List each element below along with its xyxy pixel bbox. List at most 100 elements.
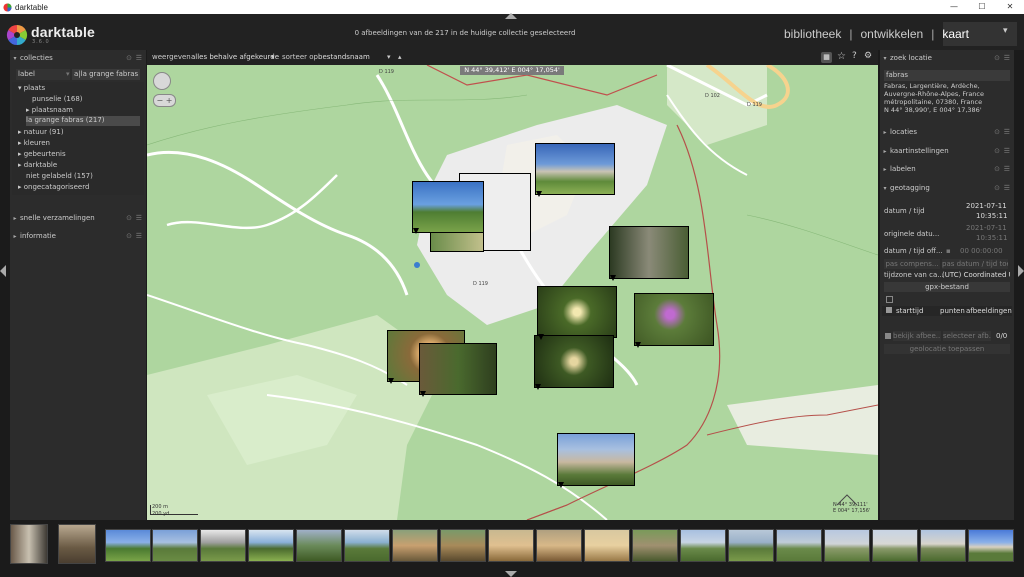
tree-item-gebeurtenis[interactable]: ▸ gebeurtenis <box>18 150 66 158</box>
filmstrip-thumb[interactable] <box>296 529 342 562</box>
filmstrip-thumb[interactable] <box>824 529 870 562</box>
filmstrip-thumb[interactable] <box>200 529 246 562</box>
filmstrip-thumb[interactable] <box>872 529 918 562</box>
reset-icon[interactable]: ⊙ <box>126 232 132 240</box>
tree-item-niet-gelabeld[interactable]: niet gelabeld (157) <box>26 172 93 180</box>
geolocatie-toepassen-button[interactable]: geolocatie toepassen <box>884 344 1010 354</box>
right-panel-toggle-icon[interactable] <box>1018 265 1024 277</box>
collection-rule-input[interactable]: a|la grange fabras <box>72 69 140 80</box>
filmstrip-thumb[interactable] <box>728 529 774 562</box>
map-photo-butterfly-2[interactable] <box>534 335 614 388</box>
pan-control[interactable] <box>153 72 171 90</box>
tijdzone-select[interactable]: (UTC) Coordinated U <box>942 271 1010 279</box>
reset-icon[interactable]: ⊙ <box>994 165 1000 173</box>
preferences-gear-icon[interactable]: ⚙ <box>864 51 872 61</box>
locaties-header[interactable]: ▸ locaties ⊙ ☰ <box>880 124 1014 140</box>
presets-icon[interactable]: ☰ <box>136 214 142 222</box>
sort-direction-icon[interactable]: ▴ <box>398 53 402 61</box>
tree-item-natuur[interactable]: ▸ natuur (91) <box>18 128 64 136</box>
filmstrip-thumb[interactable] <box>584 529 630 562</box>
map-photo-calves[interactable] <box>419 343 497 395</box>
presets-icon[interactable]: ☰ <box>1004 165 1010 173</box>
tree-item-ongecatagoriseerd[interactable]: ▸ ongecatagoriseerd <box>18 183 89 191</box>
view-ontwikkelen[interactable]: ontwikkelen <box>860 27 923 41</box>
gpx-checkbox[interactable] <box>886 296 893 303</box>
reset-icon[interactable]: ⊙ <box>994 184 1000 192</box>
presets-icon[interactable]: ☰ <box>1004 184 1010 192</box>
maximize-button[interactable]: ☐ <box>968 0 996 14</box>
top-panel-toggle-icon[interactable] <box>505 13 517 19</box>
collection-property-select[interactable]: label <box>16 69 70 80</box>
pas-compensatie-button[interactable]: pas compens... <box>884 259 940 269</box>
filmstrip-thumb[interactable] <box>344 529 390 562</box>
search-result[interactable]: Fabras, Largentière, Ardèche, Auvergne-R… <box>884 82 1010 114</box>
minimize-button[interactable]: — <box>940 0 968 14</box>
reset-icon[interactable]: ⊙ <box>994 54 1000 62</box>
collecties-module-header[interactable]: ▾ collecties ⊙ ☰ <box>10 50 146 66</box>
zoek-locatie-header[interactable]: ▾ zoek locatie ⊙ ☰ <box>880 50 1014 66</box>
tree-item-la-grange-fabras[interactable]: la grange fabras (217) <box>26 116 140 126</box>
filmstrip-thumb[interactable] <box>10 524 48 564</box>
pas-datum-toe-button[interactable]: pas datum / tijd toe <box>942 259 1008 269</box>
presets-icon[interactable]: ☰ <box>136 54 142 62</box>
filmstrip-thumb[interactable] <box>248 529 294 562</box>
search-location-input[interactable]: fabras <box>884 70 1010 81</box>
kaartinstellingen-header[interactable]: ▸ kaartinstellingen ⊙ ☰ <box>880 143 1014 159</box>
map-photo-meadow[interactable] <box>412 181 484 233</box>
zoom-control[interactable]: − + <box>153 94 176 107</box>
map-photo-garden[interactable] <box>609 226 689 279</box>
rating-filter-select[interactable]: alles behalve afgekeurde <box>191 53 279 61</box>
gpx-bestand-button[interactable]: gpx-bestand <box>884 282 1010 292</box>
filmstrip-thumb[interactable] <box>152 529 198 562</box>
filmstrip-thumb[interactable] <box>680 529 726 562</box>
filmstrip-thumb[interactable] <box>632 529 678 562</box>
tree-item-plaatsnaam[interactable]: ▸ plaatsnaam <box>26 106 73 114</box>
bekijk-checkbox[interactable] <box>885 333 891 339</box>
reset-icon[interactable]: ⊙ <box>994 128 1000 136</box>
map-photo-castle[interactable] <box>535 143 615 195</box>
help-icon[interactable]: ? <box>852 51 857 61</box>
tree-item-plaats[interactable]: ▾ plaats <box>18 84 45 92</box>
filmstrip-thumb[interactable] <box>392 529 438 562</box>
filmstrip-thumb[interactable] <box>776 529 822 562</box>
filmstrip-thumb[interactable] <box>58 524 96 564</box>
informatie-header[interactable]: ▸ informatie ⊙ ☰ <box>10 228 146 244</box>
filmstrip-thumb[interactable] <box>488 529 534 562</box>
rating-filter-dropdown-icon[interactable]: ▾ <box>271 53 275 61</box>
map-photo-butterfly[interactable] <box>537 286 617 338</box>
filmstrip-thumb[interactable] <box>536 529 582 562</box>
left-panel-toggle-icon[interactable] <box>0 265 6 277</box>
selecteer-afbeeldingen-button[interactable]: selecteer afb... <box>943 331 991 341</box>
presets-icon[interactable]: ☰ <box>136 232 142 240</box>
presets-icon[interactable]: ☰ <box>1004 128 1010 136</box>
views-dropdown-icon[interactable]: ▾ <box>1003 26 1008 36</box>
snelle-verzamelingen-header[interactable]: ▸ snelle verzamelingen ⊙ ☰ <box>10 210 146 226</box>
filmstrip-thumb[interactable] <box>920 529 966 562</box>
tree-item-darktable[interactable]: ▸ darktable <box>18 161 57 169</box>
reset-icon[interactable]: ⊙ <box>126 54 132 62</box>
map-photo-village[interactable] <box>557 433 635 486</box>
map-photo-grass[interactable] <box>430 232 484 252</box>
bottom-panel-toggle-icon[interactable] <box>505 571 517 577</box>
reset-icon[interactable]: ⊙ <box>126 214 132 222</box>
offset-value[interactable]: 00 00:00:00 <box>960 247 1003 255</box>
map-canvas[interactable]: D 119 D 119 D 102 D 119 − + 200 m 200 yd… <box>147 65 878 520</box>
reset-icon[interactable]: ⊙ <box>994 147 1000 155</box>
tree-item-kleuren[interactable]: ▸ kleuren <box>18 139 50 147</box>
geotagging-header[interactable]: ▾ geotagging ⊙ ☰ <box>880 180 1014 196</box>
map-photo-flowers[interactable] <box>634 293 714 346</box>
view-kaart[interactable]: kaart <box>942 27 969 41</box>
labelen-header[interactable]: ▸ labelen ⊙ ☰ <box>880 161 1014 177</box>
filmstrip-thumb[interactable] <box>105 529 151 562</box>
property-dropdown-icon[interactable]: ▾ <box>66 69 70 80</box>
sort-dropdown-icon[interactable]: ▾ <box>387 53 391 61</box>
view-bibliotheek[interactable]: bibliotheek <box>784 27 841 41</box>
close-button[interactable]: ✕ <box>996 0 1024 14</box>
presets-icon[interactable]: ☰ <box>1004 54 1010 62</box>
star-icon[interactable]: ☆ <box>837 51 846 62</box>
filmstrip-thumb[interactable] <box>968 529 1014 562</box>
filmstrip-thumb[interactable] <box>440 529 486 562</box>
datum-value[interactable]: 2021-07-11 <box>966 202 1007 210</box>
sort-select[interactable]: bestandsnaam <box>318 53 370 61</box>
tijd-value[interactable]: 10:35:11 <box>976 212 1007 220</box>
